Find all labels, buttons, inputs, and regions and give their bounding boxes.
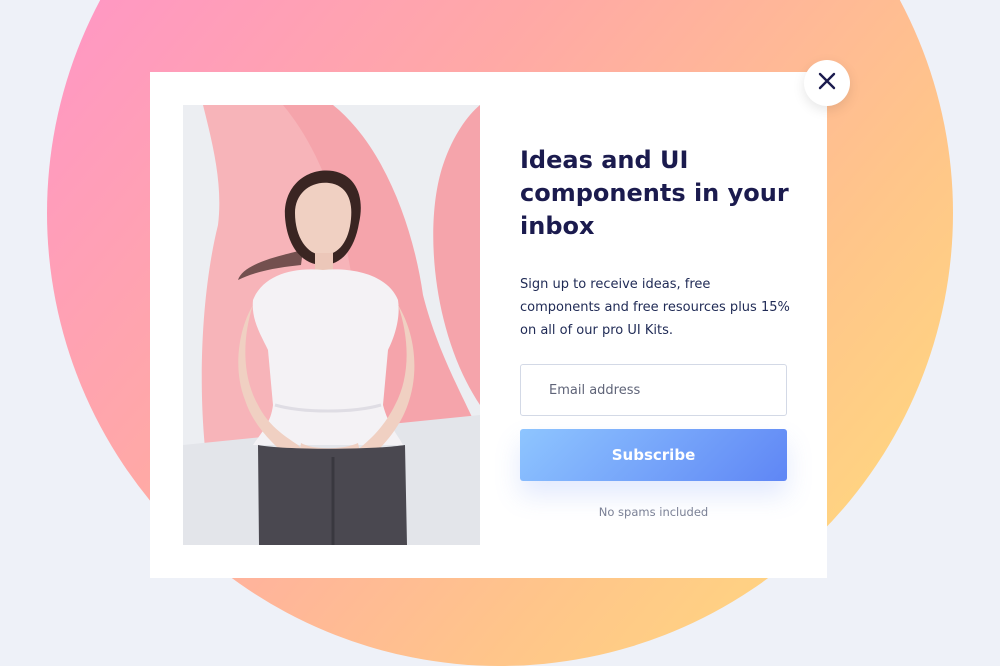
email-input[interactable] [520,364,787,416]
subscribe-button[interactable]: Subscribe [520,429,787,481]
modal-description: Sign up to receive ideas, free component… [520,277,790,338]
close-button[interactable] [804,60,850,106]
modal-title: Ideas and UI components in your inbox [520,146,789,240]
model-photo [183,105,480,545]
modal-content: Ideas and UI components in your inbox Si… [520,144,790,519]
no-spam-note: No spams included [598,505,709,519]
newsletter-modal: Ideas and UI components in your inbox Si… [150,72,827,578]
close-icon [817,71,837,95]
